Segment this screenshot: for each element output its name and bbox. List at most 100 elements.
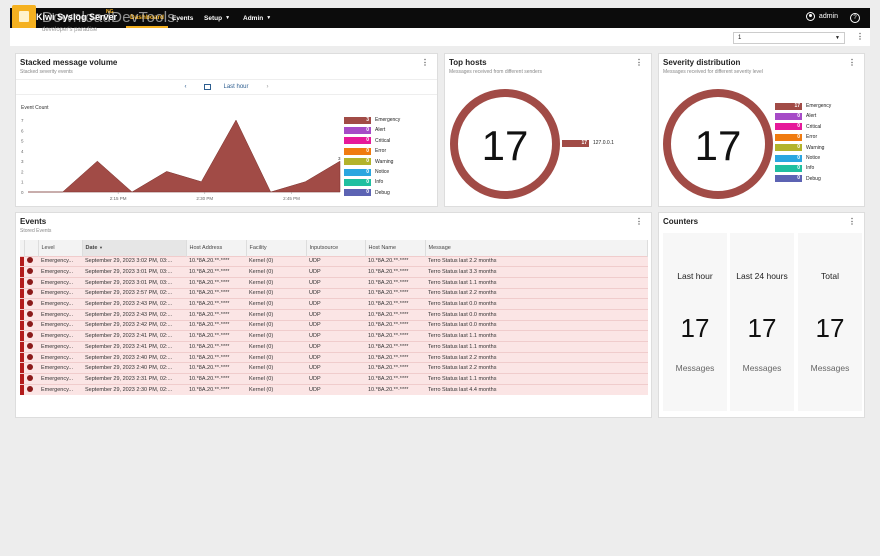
volume-legend-item[interactable]: 3 Emergency — [344, 116, 400, 124]
cell-message: Terro Status last 1.1 months — [425, 276, 648, 289]
emergency-dot-icon — [27, 342, 33, 349]
column-header-level[interactable]: Level — [38, 240, 83, 256]
time-range-picker[interactable]: Last hour — [198, 83, 254, 91]
cell-host-address: 10.*8A.20.**·**** — [186, 266, 246, 278]
card-menu-icon[interactable]: ⋮ — [635, 217, 643, 226]
user-menu[interactable]: admin — [805, 12, 838, 21]
severity-legend-item[interactable]: 0 Debug — [775, 175, 821, 183]
nav-setup-menu[interactable]: Setup ▼ — [204, 8, 230, 28]
cell-facility: Kernel (0) — [246, 373, 306, 385]
volume-legend-swatch: 0 — [344, 178, 371, 186]
volume-legend-item[interactable]: 0 Critical — [344, 137, 390, 145]
cell-host-address: 10.*8A.20.**·**** — [186, 298, 246, 310]
table-row[interactable]: Emergency... September 29, 2023 3:01 PM, … — [20, 276, 648, 289]
card-menu-icon[interactable]: ⋮ — [635, 58, 643, 67]
table-row[interactable]: Emergency... September 29, 2023 3:01 PM, … — [20, 266, 648, 278]
next-range-button[interactable]: › — [267, 84, 269, 90]
column-header-facility[interactable]: Facility — [246, 240, 307, 256]
severity-legend-item[interactable]: 0 Warning — [775, 144, 824, 152]
cell-level: Emergency... — [38, 298, 82, 310]
cell-facility: Kernel (0) — [246, 341, 306, 353]
volume-legend-item[interactable]: 0 Alert — [344, 126, 385, 134]
severity-legend-item[interactable]: 0 Alert — [775, 112, 816, 120]
y-tick-label: 0 — [21, 190, 24, 195]
column-header-date[interactable]: Date ▼ — [82, 240, 187, 256]
cell-date: September 29, 2023 2:43 PM, 02:... — [82, 308, 186, 321]
cell-host-name: 10.*8A.20.**·**** — [365, 330, 425, 342]
cell-level: Emergency... — [38, 330, 82, 342]
severity-cell — [24, 276, 38, 289]
cell-host-name: 10.*8A.20.**·**** — [365, 287, 425, 299]
cell-message: Terro Status last 0.0 months — [425, 319, 648, 331]
cell-level: Emergency... — [38, 362, 82, 374]
volume-legend-name: Alert — [375, 127, 386, 134]
host-legend-item[interactable]: 17 127.0.0.1 — [562, 139, 614, 147]
table-row[interactable]: Emergency... September 29, 2023 2:42 PM, … — [20, 319, 648, 331]
column-header-message[interactable]: Message — [425, 240, 648, 256]
dashboard-select[interactable]: 1 ▼ — [733, 32, 845, 44]
volume-legend-count: 0 — [366, 126, 369, 133]
volume-legend-item[interactable]: 0 Info — [344, 178, 383, 186]
toolbar-kebab-icon[interactable]: ⋮ — [856, 32, 864, 41]
help-icon[interactable]: ? — [850, 13, 860, 23]
nav-setup-label: Setup — [204, 14, 223, 22]
app-logo-icon[interactable] — [12, 5, 36, 29]
severity-cell — [24, 330, 38, 342]
volume-legend-item[interactable]: 0 Debug — [344, 189, 390, 197]
severity-legend-swatch: 0 — [775, 164, 802, 172]
severity-legend-item[interactable]: 0 Error — [775, 133, 817, 141]
cell-date: September 29, 2023 2:42 PM, 02:... — [82, 319, 186, 331]
cell-date: September 29, 2023 2:43 PM, 02:... — [82, 298, 186, 310]
severity-legend-name: Error — [806, 134, 818, 141]
table-row[interactable]: Emergency... September 29, 2023 2:57 PM, … — [20, 287, 648, 299]
volume-legend-count: 0 — [366, 178, 369, 185]
table-row[interactable]: Emergency... September 29, 2023 2:30 PM, … — [20, 383, 648, 395]
volume-legend-item[interactable]: 0 Error — [344, 147, 386, 155]
y-tick-label: 3 — [21, 159, 24, 164]
severity-legend-item[interactable]: 0 Info — [775, 164, 814, 172]
table-row[interactable]: Emergency... September 29, 2023 2:41 PM, … — [20, 341, 648, 353]
table-row[interactable]: Emergency... September 29, 2023 2:43 PM, … — [20, 298, 648, 310]
card-subtitle: Messages received from different senders — [449, 69, 543, 75]
cell-inputsource: UDP — [306, 298, 365, 310]
prev-range-button[interactable]: ‹ — [184, 84, 186, 90]
table-row[interactable]: Emergency... September 29, 2023 2:31 PM, … — [20, 373, 648, 385]
column-header-host-name[interactable]: Host Name — [365, 240, 426, 256]
time-range-label: Last hour — [223, 84, 249, 91]
volume-legend-name: Error — [375, 148, 387, 155]
severity-legend-count: 0 — [797, 164, 800, 171]
emergency-dot-icon — [27, 300, 33, 307]
volume-legend-item[interactable]: 0 Notice — [344, 168, 389, 176]
volume-legend-item[interactable]: 0 Warning — [344, 158, 393, 166]
severity-legend-item[interactable]: 17 Emergency — [775, 102, 831, 110]
emergency-dot-icon — [27, 385, 33, 392]
table-row[interactable]: Emergency... September 29, 2023 3:02 PM, … — [20, 255, 648, 267]
cell-date: September 29, 2023 2:40 PM, 02:... — [82, 351, 186, 363]
table-row[interactable]: Emergency... September 29, 2023 2:40 PM, … — [20, 351, 648, 363]
cell-facility: Kernel (0) — [246, 287, 306, 299]
severity-distribution-card: Severity distribution Messages received … — [658, 53, 865, 207]
severity-legend-item[interactable]: 0 Notice — [775, 154, 820, 162]
card-menu-icon[interactable]: ⋮ — [848, 58, 856, 67]
volume-legend-swatch: 0 — [344, 158, 371, 166]
cell-host-name: 10.*8A.20.**·**** — [365, 298, 425, 310]
card-menu-icon[interactable]: ⋮ — [848, 217, 856, 226]
cell-host-address: 10.*8A.20.**·**** — [186, 319, 246, 331]
card-menu-icon[interactable]: ⋮ — [421, 58, 429, 67]
column-header-host-address[interactable]: Host Address — [186, 240, 247, 256]
table-row[interactable]: Emergency... September 29, 2023 2:43 PM, … — [20, 308, 648, 321]
severity-legend-item[interactable]: 0 Critical — [775, 123, 821, 131]
cell-host-address: 10.*8A.20.**·**** — [186, 330, 246, 342]
cell-host-name: 10.*8A.20.**·**** — [365, 276, 425, 289]
column-header-icon — [24, 240, 39, 256]
severity-cell — [24, 362, 38, 374]
volume-legend-name: Debug — [375, 189, 390, 196]
table-row[interactable]: Emergency... September 29, 2023 2:41 PM, … — [20, 330, 648, 342]
volume-legend-count: 0 — [366, 147, 369, 154]
cell-date: September 29, 2023 3:02 PM, 03:... — [82, 255, 186, 267]
column-header-inputsource[interactable]: Inputsource — [306, 240, 366, 256]
emergency-dot-icon — [27, 374, 33, 381]
table-row[interactable]: Emergency... September 29, 2023 2:40 PM, … — [20, 362, 648, 374]
volume-legend-name: Critical — [375, 137, 391, 144]
nav-admin-menu[interactable]: Admin ▼ — [243, 8, 271, 28]
